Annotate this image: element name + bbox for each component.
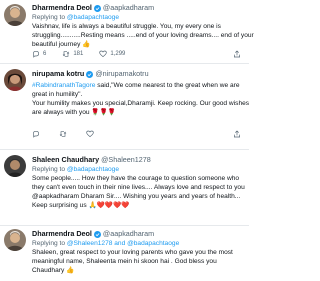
user-handle[interactable]: @nirupamakotru [95,69,148,79]
share-icon [234,130,240,138]
tweet-actions: 6 181 1,299 [32,50,241,58]
user-handle[interactable]: @aapkadharam [103,3,154,13]
replying-to-link[interactable]: @badapachtaoge [67,166,119,173]
reply-count: 6 [43,51,47,57]
tweet-text-line: great in humility". [32,91,83,99]
user-handle[interactable]: @aapkadharam [103,229,154,239]
retweet-button[interactable]: 181 [62,50,83,58]
tweet-actions [32,130,241,138]
tweet-text-line: @aapkadharam Dharam Sir.... Wishing you … [32,193,241,201]
tweet-text: #RabindranathTagore said,"We come neares… [32,81,250,117]
tweet-text-line: Keep surprising us 🙏❤️❤️❤️❤️ [32,202,130,210]
tweet-text: Some people..... How they have the coura… [32,174,245,210]
replying-to-label: Replying to [32,240,65,247]
replying-to-label: Replying to [32,14,65,21]
reply-icon [32,50,40,58]
tweet-text-line: beautiful journey 👍 [32,41,91,49]
tweet-text-line: Chaudhary 👍 [32,267,75,275]
retweet-icon [59,131,67,137]
tweet-1[interactable]: Dharmendra Deol @aapkadharam Replying to… [0,0,254,62]
reply-button[interactable]: 6 [32,50,46,58]
tweet-text-line: Vaishnav, life is always a beautiful str… [32,23,221,30]
avatar[interactable] [4,69,26,91]
verified-badge-icon [93,4,101,12]
replying-to-label: Replying to [32,166,65,173]
tweet-text-line: struggling...........Resting means .....… [32,32,254,40]
share-icon [234,50,240,58]
avatar[interactable] [4,155,26,177]
like-button[interactable] [86,130,97,138]
like-icon [99,50,108,58]
share-button[interactable] [233,50,241,58]
display-name[interactable]: Dharmendra Deol [32,229,92,239]
user-handle[interactable]: @Shaleen1278 [101,155,151,165]
replying-to: Replying to @Shaleen1278 and @badapachta… [32,239,243,248]
tweet-text-line: they can't even touch in their nine live… [32,184,245,192]
display-name[interactable]: nirupama kotru [32,69,84,79]
tweet-text-line: Your humility makes you special,Dharamji… [32,100,250,108]
replying-to: Replying to @badapachtaoge [32,13,243,22]
like-icon [86,130,94,138]
tweet-text: Shaleen, great respect to your loving pa… [32,248,243,275]
tweet-3[interactable]: Shaleen Chaudhary @Shaleen1278 Replying … [0,150,249,224]
reply-button[interactable] [32,130,43,138]
tweet-text-line: Shaleen, great respect to your loving pa… [32,249,233,256]
tweet-text-line: Some people..... How they have the coura… [32,175,240,182]
tweet-text-line: #RabindranathTagore said,"We come neares… [32,81,243,90]
replying-to: Replying to @badapachtaoge [32,165,243,174]
avatar[interactable] [4,4,26,26]
tweet-text-fragment: said,"We come nearest to the great when … [95,82,240,89]
tweet-4[interactable]: Dharmendra Deol @aapkadharam Replying to… [0,226,249,281]
replying-to-link[interactable]: @badapachtaoge [67,14,119,21]
share-button[interactable] [233,130,241,138]
like-button[interactable]: 1,299 [99,50,125,58]
like-count: 1,299 [110,51,126,57]
tweet-text: Vaishnav, life is always a beautiful str… [32,22,254,49]
retweet-icon [63,51,70,57]
tweet-text-line: are always with you 🌹🌹🌹 [32,109,116,117]
retweet-button[interactable] [59,130,70,138]
tweet-2[interactable]: nirupama kotru @nirupamakotru #Rabindran… [0,64,249,148]
reply-icon [32,130,40,138]
verified-badge-icon [86,70,94,78]
verified-badge-icon [93,230,101,238]
retweet-count: 181 [73,51,84,57]
tweet-text-line: meaningful name, Shaleenta mein hi skoon… [32,258,217,266]
avatar[interactable] [4,229,26,251]
display-name[interactable]: Dharmendra Deol [32,3,92,13]
replying-to-link[interactable]: @Shaleen1278 and @badapachtaoge [67,240,179,247]
hashtag-link[interactable]: #RabindranathTagore [32,82,95,89]
display-name[interactable]: Shaleen Chaudhary [32,155,99,165]
